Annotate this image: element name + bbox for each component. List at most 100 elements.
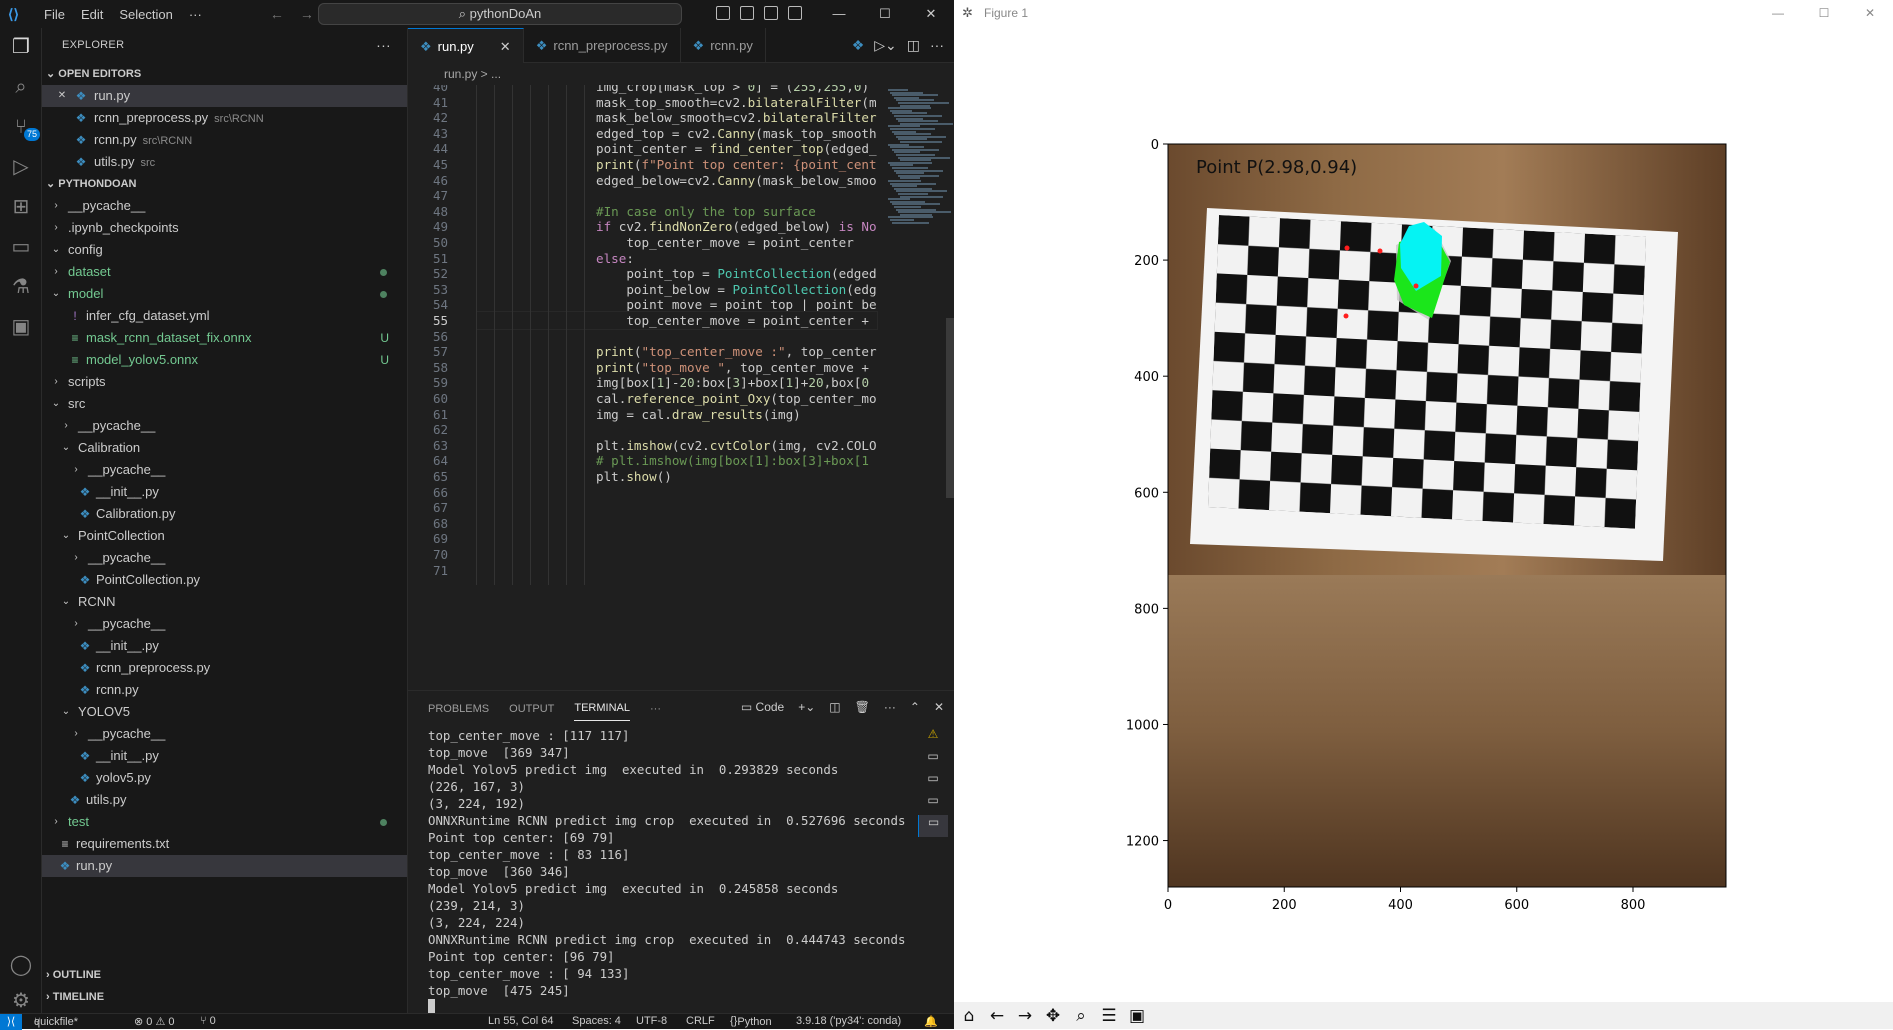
tree-file[interactable]: ❖ __init__.py — [42, 481, 407, 503]
tab-problems[interactable]: PROBLEMS — [428, 703, 489, 715]
tree-folder[interactable]: › test — [42, 811, 407, 833]
close-editor-icon[interactable]: ✕ — [56, 85, 68, 107]
customize-layout-icon[interactable] — [788, 6, 802, 20]
tree-folder[interactable]: ⌄ PointCollection — [42, 525, 407, 547]
eol[interactable]: CRLF — [686, 1015, 715, 1027]
code-line[interactable]: img_crop[mask_top > 0] = (255,255,0) — [596, 85, 869, 94]
split-editor-icon[interactable]: ◫ — [907, 37, 920, 54]
open-editor-item[interactable]: ❖ utils.py src — [42, 151, 407, 173]
forward-arrow-icon[interactable]: → — [300, 6, 314, 22]
toggle-sidebar-icon[interactable] — [716, 6, 730, 20]
back-arrow-icon[interactable]: ← — [986, 1005, 1008, 1027]
outline-section[interactable]: › OUTLINE — [42, 964, 407, 986]
terminal-instance-icon-active[interactable]: ▭ — [918, 815, 948, 837]
search-view-icon[interactable]: ⌕ — [8, 74, 34, 100]
account-icon[interactable]: ◯ — [8, 952, 34, 978]
tree-file[interactable]: ❖ __init__.py — [42, 635, 407, 657]
more-actions-icon[interactable]: ··· — [930, 37, 944, 53]
code-line[interactable]: point_top = PointCollection(edged — [596, 266, 876, 281]
forward-arrow-icon[interactable]: → — [1014, 1005, 1036, 1027]
open-editors-section[interactable]: ⌄ OPEN EDITORS — [42, 63, 407, 85]
tree-folder[interactable]: › __pycache__ — [42, 415, 407, 437]
code-line[interactable]: img = cal.draw_results(img) — [596, 407, 801, 422]
home-icon[interactable]: ⌂ — [958, 1005, 980, 1027]
open-editor-item[interactable]: ❖ rcnn_preprocess.py src\RCNN — [42, 107, 407, 129]
minimap[interactable] — [878, 85, 954, 690]
notifications-bell-icon[interactable]: 🔔 — [924, 1015, 938, 1028]
source-control-icon[interactable]: ⑂ 75 — [8, 114, 41, 141]
extensions-icon[interactable]: ⊞ — [8, 194, 34, 220]
tree-folder[interactable]: ⌄ config — [42, 239, 407, 261]
language-mode[interactable]: {} Python — [730, 1015, 772, 1028]
terminal-instance-icon[interactable]: ▭ — [918, 749, 948, 771]
tree-file[interactable]: ❖ rcnn_preprocess.py — [42, 657, 407, 679]
terminal-output[interactable]: top_center_move : [117 117] top_move [369… — [428, 727, 928, 1017]
tree-folder[interactable]: › .ipynb_checkpoints — [42, 217, 407, 239]
code-line[interactable]: point_center = find_center_top(edged_ — [596, 141, 877, 156]
tree-file[interactable]: ≡ mask_rcnn_dataset_fix.onnx U — [42, 327, 407, 349]
tab-terminal[interactable]: TERMINAL — [574, 696, 630, 721]
tree-folder[interactable]: › __pycache__ — [42, 613, 407, 635]
code-line[interactable]: print("top_center_move :", top_center — [596, 344, 877, 359]
code-line[interactable]: edged_top = cv2.Canny(mask_top_smooth — [596, 126, 877, 141]
back-arrow-icon[interactable]: ← — [270, 6, 284, 22]
code-view[interactable]: 40 img_crop[mask_top > 0] = (255,255,0) 41… — [408, 85, 878, 690]
tree-folder[interactable]: › dataset — [42, 261, 407, 283]
python-interpreter[interactable]: 3.9.18 ('py34': conda) — [796, 1015, 901, 1027]
terminal-instance-icon[interactable]: ▭ — [918, 793, 948, 815]
ports-status[interactable]: ⑂ 0 — [200, 1015, 216, 1027]
maximize-panel-icon[interactable]: ⌃ — [910, 700, 920, 714]
warning-icon[interactable]: ⚠ — [918, 727, 948, 749]
tree-file[interactable]: ! infer_cfg_dataset.yml — [42, 305, 407, 327]
code-line[interactable]: point_below = PointCollection(edg — [596, 282, 876, 297]
code-line[interactable]: top_center_move = point_center + — [596, 313, 877, 328]
tree-file[interactable]: ❖ utils.py — [42, 789, 407, 811]
code-line[interactable]: print("top_move ", top_center_move + — [596, 360, 877, 375]
maximize-icon[interactable]: ☐ — [862, 0, 908, 28]
code-line[interactable]: plt.imshow(cv2.cvtColor(img, cv2.COLO — [596, 438, 877, 453]
tree-file[interactable]: ❖ rcnn.py — [42, 679, 407, 701]
tree-folder[interactable]: › __pycache__ — [42, 547, 407, 569]
remote-explorer-icon[interactable]: ▭ — [8, 234, 34, 260]
open-editor-item[interactable]: ❖ rcnn.py src\RCNN — [42, 129, 407, 151]
tree-folder[interactable]: › __pycache__ — [42, 195, 407, 217]
code-line[interactable]: edged_below=cv2.Canny(mask_below_smoo — [596, 173, 877, 188]
code-line[interactable]: mask_top_smooth=cv2.bilateralFilter(m — [596, 95, 877, 110]
tree-folder[interactable]: ⌄ Calibration — [42, 437, 407, 459]
open-editor-item[interactable]: ✕ ❖ run.py — [42, 85, 407, 107]
menu-file[interactable]: File — [36, 7, 73, 22]
code-line[interactable]: print(f"Point top center: {point_cent — [596, 157, 877, 172]
timeline-section[interactable]: › TIMELINE — [42, 986, 407, 1008]
tree-file[interactable]: ❖ Calibration.py — [42, 503, 407, 525]
code-line[interactable]: top_center_move = point_center — [596, 235, 853, 250]
close-icon[interactable]: ✕ — [908, 0, 954, 28]
tree-file[interactable]: ❖ run.py — [42, 855, 407, 877]
tree-folder[interactable]: › __pycache__ — [42, 723, 407, 745]
more-actions-icon[interactable]: ··· — [376, 28, 391, 63]
editor-vertical-scrollbar[interactable] — [946, 318, 954, 498]
tab-run-py[interactable]: ❖ run.py ✕ — [408, 28, 524, 63]
more-actions-icon[interactable]: ··· — [884, 700, 896, 714]
split-terminal-icon[interactable]: ◫ — [829, 700, 840, 714]
problems-status[interactable]: ⊗ 0 ⚠ 0 — [134, 1015, 174, 1028]
panel-more-tabs[interactable]: ··· — [650, 703, 661, 715]
code-line[interactable]: mask_below_smooth=cv2.bilateralFilter — [596, 110, 877, 125]
command-center-search[interactable]: ⌕ pythonDoAn — [318, 3, 682, 25]
tree-file[interactable]: ≡ model_yolov5.onnx U — [42, 349, 407, 371]
code-line[interactable]: # plt.imshow(img[box[1]:box[3]+box[1 — [596, 453, 869, 468]
tree-folder[interactable]: › __pycache__ — [42, 459, 407, 481]
code-line[interactable]: if cv2.findNonZero(edged_below) is No — [596, 219, 877, 234]
jupyter-icon[interactable]: ▣ — [8, 314, 34, 340]
terminal-instance-icon[interactable]: ▭ — [918, 771, 948, 793]
code-line[interactable]: plt.show() — [596, 469, 672, 484]
tree-folder[interactable]: ⌄ RCNN — [42, 591, 407, 613]
pan-move-icon[interactable]: ✥ — [1042, 1005, 1064, 1027]
trash-icon[interactable]: 🗑 — [855, 700, 870, 714]
tree-folder[interactable]: ⌄ model — [42, 283, 407, 305]
tree-folder[interactable]: ⌄ YOLOV5 — [42, 701, 407, 723]
minimize-icon[interactable]: — — [816, 0, 862, 28]
settings-gear-icon[interactable]: ⚙ — [8, 988, 34, 1014]
save-disk-icon[interactable]: ▣ — [1126, 1005, 1148, 1027]
run-debug-icon[interactable]: ▷ — [8, 154, 34, 180]
code-line[interactable]: else: — [596, 251, 634, 266]
